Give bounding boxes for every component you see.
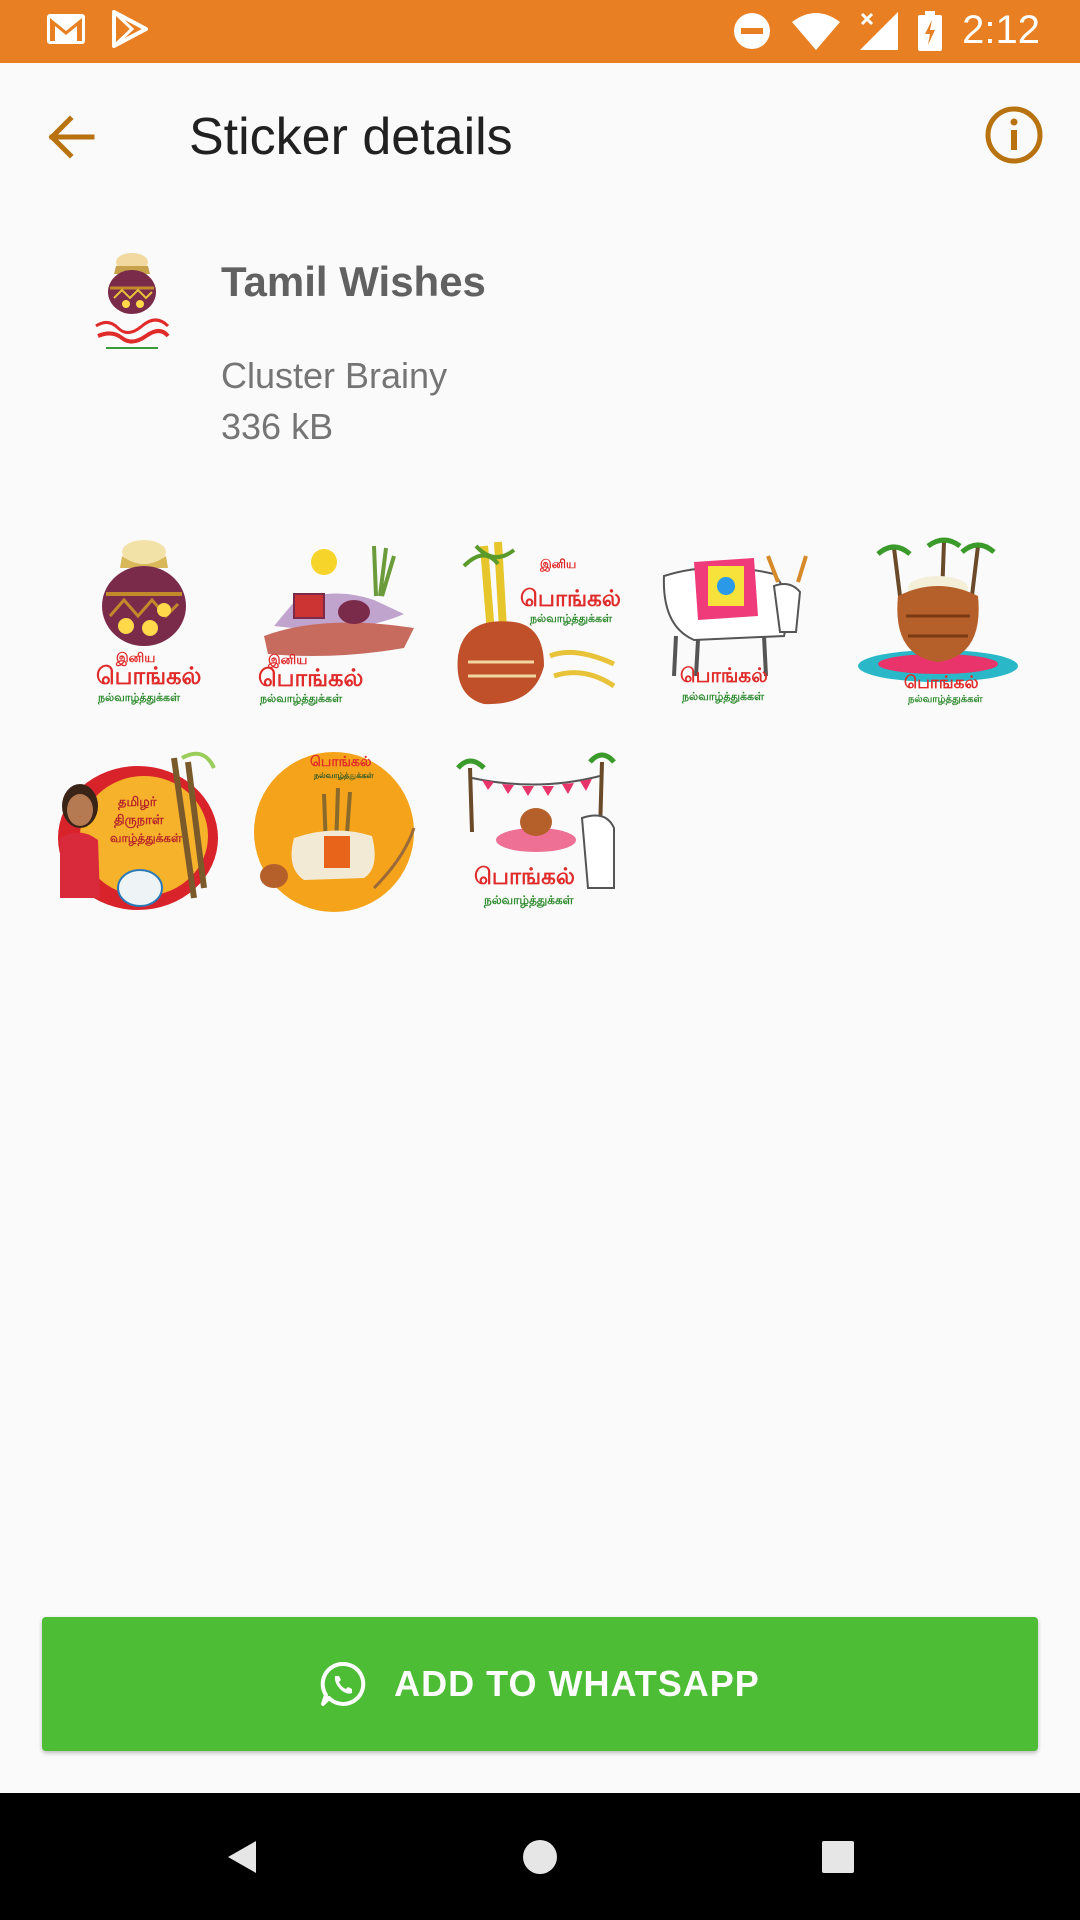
arrow-back-icon <box>48 115 95 159</box>
status-bar: 2:12 <box>0 0 1080 63</box>
sticker-item[interactable]: இனிய பொங்கல் நல்வாழ்த்துக்கள் <box>454 536 622 706</box>
home-nav-button[interactable] <box>510 1827 570 1887</box>
recents-nav-icon <box>822 1841 854 1873</box>
sticker-subcaption: நல்வாழ்த்துக்கள் <box>529 612 613 626</box>
sticker-title: இனிய <box>539 557 576 572</box>
add-to-whatsapp-button[interactable]: ADD TO WHATSAPP <box>42 1617 1038 1751</box>
sticker-caption: திருநாள் <box>114 813 164 828</box>
sticker-caption: பொங்கல் <box>258 664 363 692</box>
sticker-subcaption: வாழ்த்துக்கள் <box>110 831 182 846</box>
sticker-caption: பொங்கல் <box>310 754 372 770</box>
app-bar: Sticker details <box>0 63 1080 211</box>
pack-size: 336 kB <box>221 406 334 447</box>
page-title: Sticker details <box>189 108 513 166</box>
back-nav-icon <box>228 1841 256 1873</box>
sticker-caption: பொங்கல் <box>904 673 979 693</box>
sticker-item[interactable]: பொங்கல் நல்வாழ்த்துக்கள் <box>854 536 1022 706</box>
sticker-item[interactable]: பொங்கல் நல்வாழ்த்துக்கள் <box>254 748 422 918</box>
sticker-subcaption: நல்வாழ்த்துக்கள் <box>313 771 374 781</box>
sticker-subcaption: நல்வாழ்த்துக்கள் <box>97 691 181 705</box>
notification-icons <box>46 10 148 48</box>
sticker-item[interactable]: இனிய பொங்கல் நல்வாழ்த்துக்கள் <box>254 536 422 706</box>
home-nav-icon <box>523 1840 557 1874</box>
info-icon <box>985 106 1043 164</box>
sticker-caption: பொங்கல் <box>474 864 575 890</box>
sticker-caption: பொங்கல் <box>680 663 768 687</box>
sticker-subcaption: நல்வாழ்த்துக்கள் <box>483 893 574 908</box>
pack-name: Tamil Wishes <box>221 258 486 305</box>
sticker-item[interactable]: இனிய பொங்கல் நல்வாழ்த்துக்கள் <box>54 536 222 706</box>
play-store-icon <box>112 10 148 48</box>
sticker-subcaption: நல்வாழ்த்துக்கள் <box>681 690 765 704</box>
system-nav-bar <box>0 1793 1080 1920</box>
clock: 2:12 <box>962 8 1040 52</box>
whatsapp-icon <box>320 1661 366 1707</box>
battery-icon <box>918 10 943 51</box>
add-to-whatsapp-label: ADD TO WHATSAPP <box>394 1663 760 1704</box>
pack-publisher: Cluster Brainy <box>221 355 448 396</box>
sticker-subcaption: நல்வாழ்த்துக்கள் <box>907 694 984 705</box>
back-button[interactable] <box>40 105 104 169</box>
sticker-title: தமிழர் <box>118 795 157 810</box>
do-not-disturb-icon <box>734 12 771 49</box>
system-icons: 2:12 <box>732 8 1040 53</box>
pack-tray-icon <box>88 248 176 356</box>
sticker-item[interactable]: பொங்கல் நல்வாழ்த்துக்கள் <box>454 748 622 918</box>
sticker-subcaption: நல்வாழ்த்துக்கள் <box>259 692 343 706</box>
info-button[interactable] <box>982 103 1046 167</box>
sticker-item[interactable]: பொங்கல் நல்வாழ்த்துக்கள் <box>654 536 822 706</box>
gmail-icon <box>47 14 85 44</box>
signal-icon <box>860 11 899 50</box>
wifi-icon <box>792 12 841 50</box>
sticker-caption: பொங்கல் <box>96 662 201 690</box>
sticker-caption: பொங்கல் <box>520 586 621 612</box>
sticker-item[interactable]: தமிழர் திருநாள் வாழ்த்துக்கள் <box>54 748 222 918</box>
back-nav-button[interactable] <box>212 1827 272 1887</box>
recents-nav-button[interactable] <box>808 1827 868 1887</box>
